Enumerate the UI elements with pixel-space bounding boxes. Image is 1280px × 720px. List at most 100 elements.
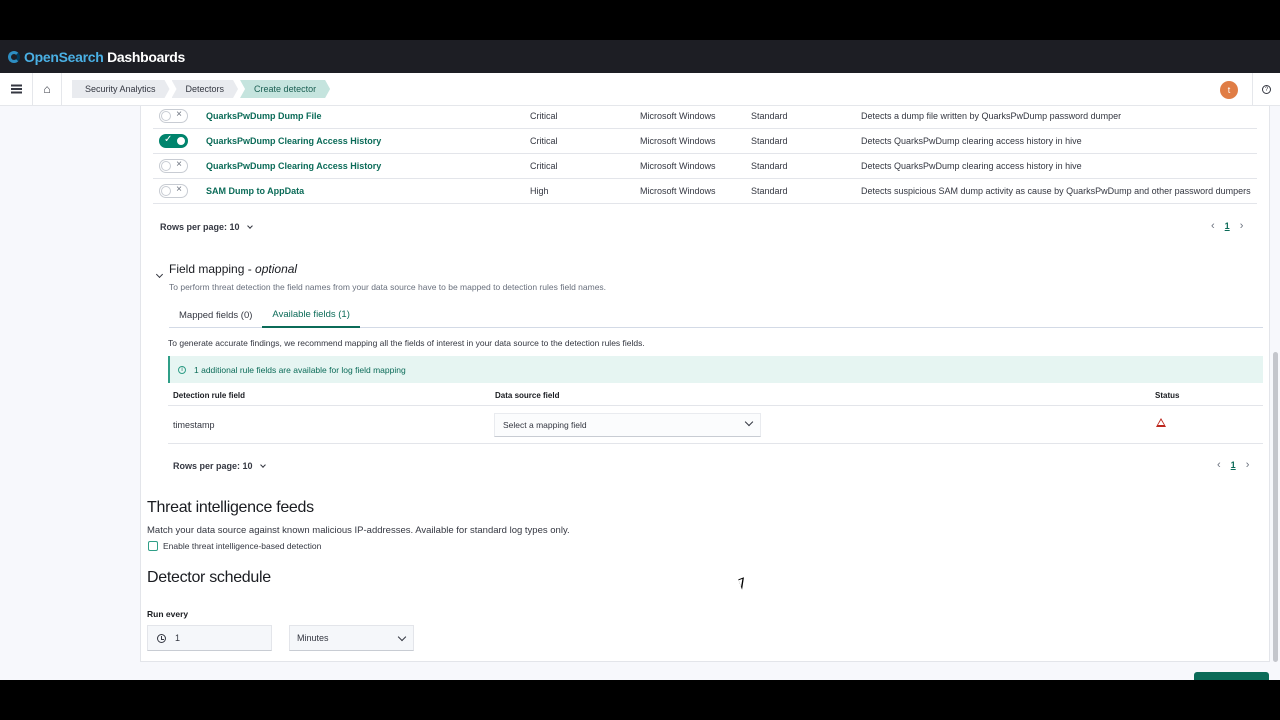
rule-log-source: Microsoft Windows [640, 136, 716, 146]
page-number[interactable]: 1 [1225, 221, 1230, 231]
next-button[interactable] [1194, 672, 1269, 680]
rule-log-source: Microsoft Windows [640, 186, 716, 196]
threat-intel-title: Threat intelligence feeds [147, 499, 314, 516]
threat-intel-description: Match your data source against known mal… [147, 525, 570, 536]
mapping-pagination: ‹ 1 › [1217, 459, 1249, 471]
detector-schedule-title: Detector schedule [147, 569, 271, 586]
rules-rows-per-page[interactable]: Rows per page: 10 [160, 222, 253, 232]
rule-description: Detects QuarksPwDump clearing access his… [861, 136, 1082, 146]
toggle-knob [161, 186, 171, 196]
screen-top-frame [0, 0, 1280, 40]
breadcrumb-detectors[interactable]: Detectors [172, 80, 239, 98]
help-button[interactable]: ? [1252, 73, 1280, 106]
rule-name-link[interactable]: QuarksPwDump Clearing Access History [206, 136, 381, 146]
chevron-down-icon [744, 417, 754, 427]
home-icon: ⌂ [43, 82, 51, 96]
tab-available-fields[interactable]: Available fields (1) [262, 302, 360, 328]
close-icon: × [176, 184, 182, 195]
chevron-down-icon [397, 632, 407, 642]
mapping-rows-per-page[interactable]: Rows per page: 10 [173, 461, 266, 471]
threat-intel-checkbox-label[interactable]: Enable threat intelligence-based detecti… [163, 541, 321, 551]
opensearch-logo[interactable]: OpenSearch Dashboards [8, 49, 185, 65]
user-avatar[interactable]: t [1220, 80, 1238, 99]
breadcrumb-security-analytics[interactable]: Security Analytics [72, 80, 170, 98]
chevron-left-icon[interactable]: ‹ [1217, 459, 1221, 471]
table-row: timestamp Select a mapping field [168, 406, 1263, 444]
menu-toggle-button[interactable] [0, 73, 32, 105]
rule-type: Standard [751, 186, 788, 196]
rule-toggle[interactable]: ✓ [159, 134, 188, 148]
run-interval-input[interactable]: 1 [147, 625, 272, 651]
home-button[interactable]: ⌂ [32, 73, 62, 105]
page-scrollbar[interactable] [1273, 352, 1278, 662]
rule-description: Detects QuarksPwDump clearing access his… [861, 161, 1082, 171]
rule-severity: Critical [530, 136, 558, 146]
rules-pagination: ‹ 1 › [1211, 220, 1243, 232]
column-status: Status [1155, 391, 1180, 400]
rule-toggle[interactable]: × [159, 109, 188, 123]
info-icon: i [178, 365, 186, 374]
help-icon: ? [1262, 85, 1271, 94]
chevron-right-icon[interactable]: › [1246, 459, 1250, 471]
warning-icon [1156, 418, 1166, 427]
field-mapping-tabs: Mapped fields (0) Available fields (1) [169, 302, 1263, 328]
hamburger-icon [10, 88, 22, 90]
chevron-down-icon [246, 223, 253, 229]
column-data-source-field: Data source field [495, 391, 560, 400]
chevron-down-icon[interactable] [155, 270, 164, 279]
breadcrumb-create-detector: Create detector [240, 80, 330, 98]
rule-log-source: Microsoft Windows [640, 161, 716, 171]
clock-icon [157, 633, 166, 643]
chevron-right-icon[interactable]: › [1240, 220, 1244, 232]
logo-text-prefix: OpenSearch [24, 48, 104, 65]
rule-name-link[interactable]: QuarksPwDump Dump File [206, 111, 322, 121]
breadcrumb: Security Analytics Detectors Create dete… [72, 80, 332, 98]
field-mapping-title: Field mapping - optional [169, 262, 297, 276]
rule-severity: Critical [530, 111, 558, 121]
mapping-recommendation: To generate accurate findings, we recomm… [168, 338, 645, 348]
interval-unit-select[interactable]: Minutes [289, 625, 414, 651]
mapping-field-select[interactable]: Select a mapping field [494, 413, 761, 437]
field-mapping-description: To perform threat detection the field na… [169, 282, 607, 292]
info-callout: i 1 additional rule fields are available… [168, 356, 1263, 383]
toggle-knob [176, 136, 186, 146]
select-placeholder: Select a mapping field [503, 420, 587, 430]
page-content: × QuarksPwDump Dump File Critical Micros… [0, 106, 1280, 680]
rule-log-source: Microsoft Windows [640, 111, 716, 121]
callout-text: 1 additional rule fields are available f… [194, 364, 406, 375]
rows-per-page-label: Rows per page: 10 [173, 461, 253, 471]
create-detector-panel: × QuarksPwDump Dump File Critical Micros… [140, 106, 1270, 662]
rule-name-link[interactable]: SAM Dump to AppData [206, 186, 304, 196]
rule-type: Standard [751, 111, 788, 121]
app-header: OpenSearch Dashboards [0, 40, 1280, 73]
rule-description: Detects suspicious SAM dump activity as … [861, 186, 1251, 196]
tab-mapped-fields[interactable]: Mapped fields (0) [169, 302, 262, 328]
rule-toggle[interactable]: × [159, 184, 188, 198]
rule-name-link[interactable]: QuarksPwDump Clearing Access History [206, 161, 381, 171]
top-nav: ⌂ Security Analytics Detectors Create de… [0, 73, 1280, 106]
table-row: × SAM Dump to AppData High Microsoft Win… [153, 179, 1257, 204]
table-row: ✓ QuarksPwDump Clearing Access History C… [153, 129, 1257, 154]
field-mapping-title-text: Field mapping - [169, 262, 256, 276]
close-icon: × [176, 159, 182, 170]
chevron-down-icon [259, 462, 266, 468]
rule-description: Detects a dump file written by QuarksPwD… [861, 111, 1122, 121]
table-row: × QuarksPwDump Dump File Critical Micros… [153, 106, 1257, 129]
column-detection-rule-field: Detection rule field [173, 391, 246, 400]
rule-severity: High [530, 186, 549, 196]
mapping-table-header: Detection rule field Data source field S… [168, 386, 1263, 406]
run-every-label: Run every [147, 609, 189, 619]
rule-type: Standard [751, 136, 788, 146]
chevron-left-icon[interactable]: ‹ [1211, 220, 1215, 232]
rule-type: Standard [751, 161, 788, 171]
rule-severity: Critical [530, 161, 558, 171]
threat-intel-checkbox[interactable] [148, 541, 158, 551]
logo-text-suffix: Dashboards [103, 48, 185, 65]
unit-value: Minutes [297, 633, 329, 643]
page-number[interactable]: 1 [1231, 460, 1236, 470]
field-mapping-optional: optional [255, 262, 298, 276]
detection-rule-field-value: timestamp [173, 420, 215, 430]
opensearch-logo-icon [8, 50, 20, 63]
close-icon: × [176, 109, 182, 120]
rule-toggle[interactable]: × [159, 159, 188, 173]
